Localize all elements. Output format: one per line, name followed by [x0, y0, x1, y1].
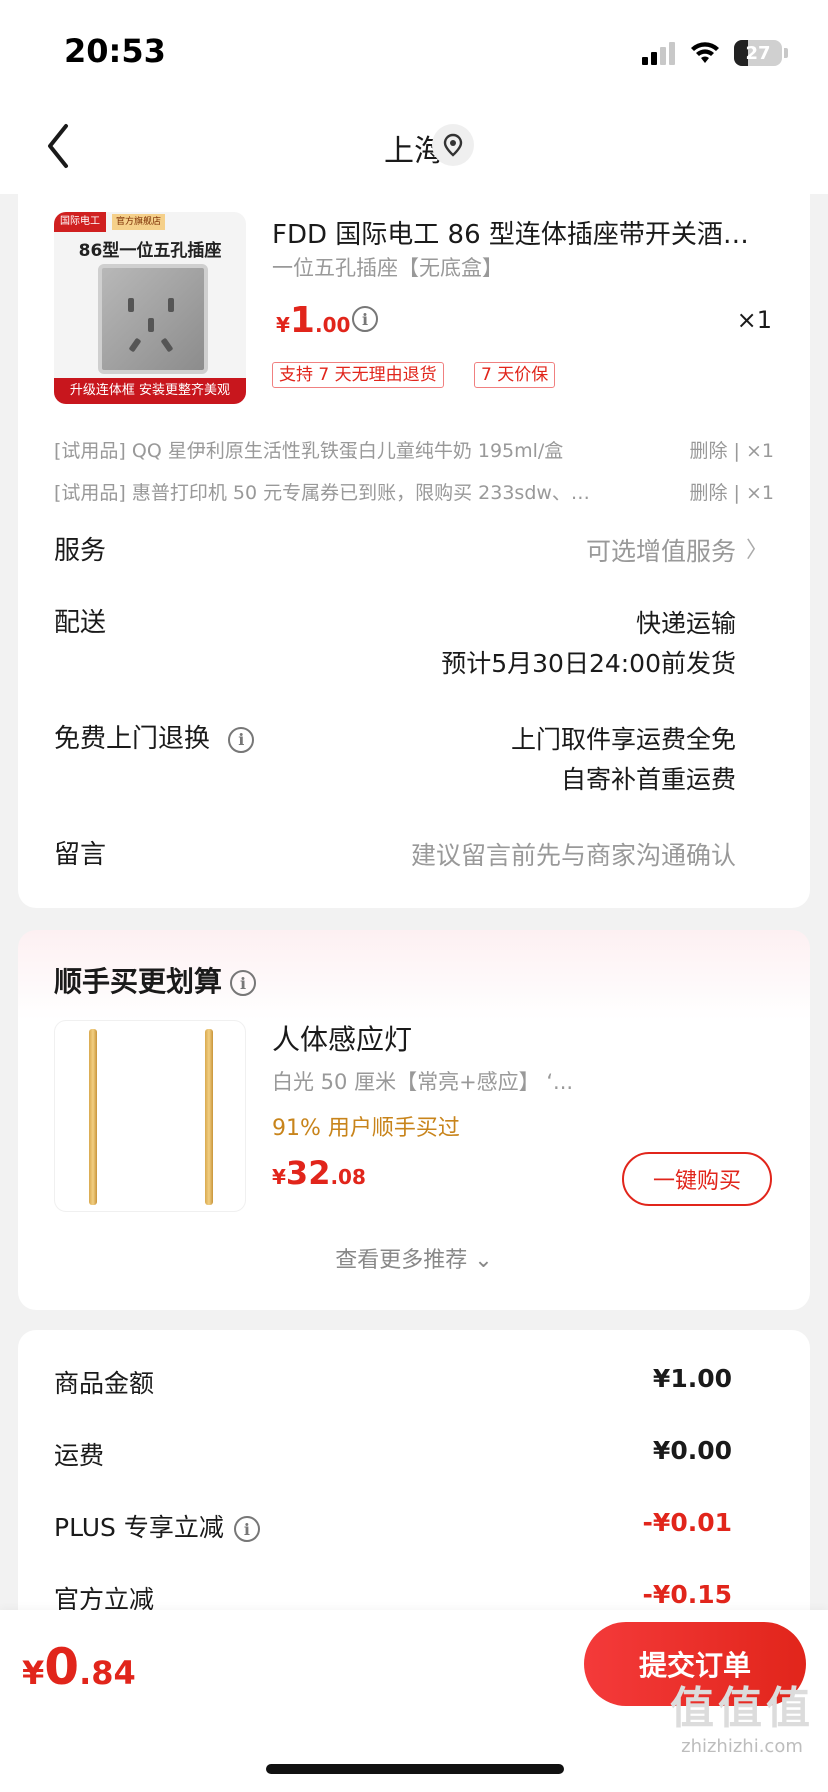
home-indicator[interactable] — [266, 1764, 564, 1774]
location-pin-glyph — [443, 133, 463, 157]
price-currency: ¥ — [276, 313, 290, 337]
socket-hole — [128, 337, 142, 353]
thumb-brand-label: 国际电工 — [54, 212, 106, 232]
nav-title: 上海 — [384, 134, 444, 169]
note-label: 留言 — [54, 840, 107, 870]
recommend-title-text: 顺手买更划算 — [54, 965, 223, 998]
recommend-card: 顺手买更划算 i 人体感应灯 白光 50 厘米【常亮+感应】 ‘... 91% 用… — [18, 930, 810, 1310]
cellular-signal-icon — [642, 42, 675, 65]
nav-bar: 上海 — [0, 100, 828, 194]
gift-item: [试用品] QQ 星伊利原生活性乳铁蛋白儿童纯牛奶 195ml/盒 删除 | ×… — [54, 436, 774, 463]
service-value[interactable]: 可选增值服务 — [586, 532, 736, 568]
free-return-label-text: 免费上门退换 — [54, 724, 211, 754]
light-bar-image — [89, 1029, 97, 1205]
recommend-price: ¥32.08 — [272, 1154, 366, 1192]
gift-delete-action[interactable]: 删除 | ×1 — [690, 478, 775, 505]
summary-label: 商品金额 — [54, 1369, 155, 1398]
recommend-hint: 91% 用户顺手买过 — [272, 1116, 460, 1141]
status-time: 20:53 — [64, 32, 166, 70]
price-info-icon[interactable]: i — [352, 306, 378, 332]
order-item-card: 国际电工 官方旗舰店 86型一位五孔插座 升级连体框 安装更整齐美观 FDD 国… — [18, 194, 810, 908]
status-bar: 20:53 27 — [0, 0, 828, 100]
watermark: 值值值 zhizhizhi.com — [670, 1672, 814, 1757]
light-bar-image — [205, 1029, 213, 1205]
price-integer: 1 — [289, 300, 315, 341]
info-icon: i — [352, 306, 378, 332]
gift-delete-action[interactable]: 删除 | ×1 — [690, 436, 775, 463]
summary-value: -¥0.01 — [642, 1508, 732, 1537]
delivery-method[interactable]: 快递运输 — [636, 604, 736, 640]
product-spec: 一位五孔插座【无底盒】 — [272, 256, 503, 280]
product-title[interactable]: FDD 国际电工 86 型连体插座带开关酒… — [272, 214, 772, 251]
see-more-recommend-link[interactable]: 查看更多推荐 ⌄ — [18, 1242, 810, 1274]
watermark-url: zhizhizhi.com — [681, 1736, 803, 1757]
free-return-value2: 自寄补首重运费 — [560, 765, 736, 794]
socket-hole — [128, 298, 134, 312]
total-currency: ¥ — [22, 1654, 45, 1692]
socket-hole — [148, 318, 154, 332]
summary-value: ¥1.00 — [652, 1364, 732, 1393]
socket-hole — [160, 337, 174, 353]
summary-label: PLUS 专享立减 i — [54, 1508, 260, 1544]
price-summary-card: 商品金额 ¥1.00 运费 ¥0.00 PLUS 专享立减 i -¥0.01 官方… — [18, 1330, 810, 1630]
total-integer: 0 — [44, 1638, 80, 1696]
price-integer: 32 — [285, 1154, 331, 1192]
recommend-spec[interactable]: 白光 50 厘米【常亮+感应】 ‘... — [272, 1066, 573, 1096]
socket-plate-image — [98, 264, 208, 374]
summary-value: ¥0.00 — [652, 1436, 732, 1465]
price-currency: ¥ — [272, 1165, 286, 1189]
status-icons: 27 — [642, 38, 788, 68]
summary-value: -¥0.15 — [642, 1580, 732, 1609]
product-price: ¥1.00 — [276, 300, 350, 341]
gift-item: [试用品] 惠普打印机 50 元专属券已到账，限购买 233sdw、… 删除 |… — [54, 478, 774, 505]
location-pin-icon[interactable] — [432, 124, 474, 166]
free-return-value1: 上门取件享运费全免 — [510, 725, 736, 754]
checkout-bar: ¥0.84 提交订单 值值值 zhizhizhi.com — [0, 1610, 828, 1792]
wifi-icon — [691, 42, 719, 63]
thumb-banner: 升级连体框 安装更整齐美观 — [54, 378, 246, 404]
gift-item-text: [试用品] QQ 星伊利原生活性乳铁蛋白儿童纯牛奶 195ml/盒 — [54, 440, 564, 462]
thumb-title: 86型一位五孔插座 — [78, 241, 222, 261]
battery-tip — [784, 48, 788, 58]
gift-item-text: [试用品] 惠普打印机 50 元专属券已到账，限购买 233sdw、… — [54, 482, 590, 504]
one-click-buy-button[interactable]: 一键购买 — [622, 1152, 772, 1206]
summary-label: 运费 — [54, 1441, 105, 1470]
total-decimal: .84 — [79, 1654, 136, 1692]
summary-label-text: PLUS 专享立减 — [54, 1513, 224, 1542]
price-protect-tag: 7 天价保 — [474, 362, 556, 388]
battery-level: 27 — [745, 42, 771, 64]
thumb-shop-label: 官方旗舰店 — [112, 214, 166, 230]
recommend-name[interactable]: 人体感应灯 — [272, 1018, 412, 1058]
chevron-right-icon[interactable]: 〉 — [746, 532, 768, 564]
recommend-title: 顺手买更划算 i — [54, 960, 257, 1000]
info-icon[interactable]: i — [233, 1516, 260, 1542]
watermark-logo: 值值值 — [670, 1683, 814, 1734]
return-policy-tag: 支持 7 天无理由退货 — [272, 362, 444, 388]
order-total: ¥0.84 — [22, 1638, 136, 1696]
price-decimal: .00 — [314, 313, 351, 337]
product-quantity: ×1 — [736, 306, 772, 334]
free-return-label: 免费上门退换 i — [54, 718, 255, 755]
service-label: 服务 — [54, 536, 107, 566]
recommend-thumbnail[interactable] — [54, 1020, 246, 1212]
delivery-label: 配送 — [54, 608, 107, 638]
note-input[interactable]: 建议留言前先与商家沟通确认 — [411, 836, 736, 872]
delivery-estimate: 预计5月30日24:00前发货 — [441, 649, 736, 678]
socket-hole — [168, 298, 174, 312]
info-icon[interactable]: i — [228, 726, 255, 753]
product-thumbnail[interactable]: 国际电工 官方旗舰店 86型一位五孔插座 升级连体框 安装更整齐美观 — [54, 212, 246, 404]
battery-icon: 27 — [734, 40, 782, 66]
price-decimal: .08 — [330, 1165, 366, 1189]
info-icon[interactable]: i — [230, 970, 257, 996]
